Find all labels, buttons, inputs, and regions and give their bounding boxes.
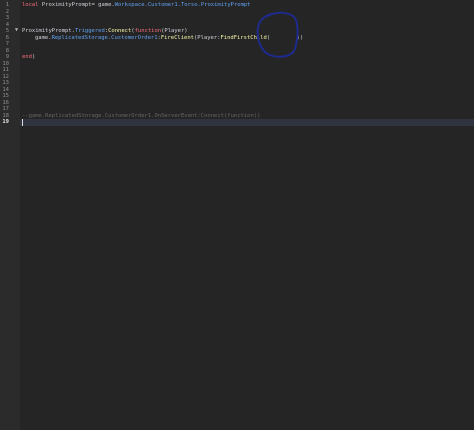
script-editor[interactable]: 1 2 3 4 5 6 7 8 9 10 11 12 13 14 15 16 1… [0,0,474,430]
hand-drawn-circle-annotation [256,11,299,58]
